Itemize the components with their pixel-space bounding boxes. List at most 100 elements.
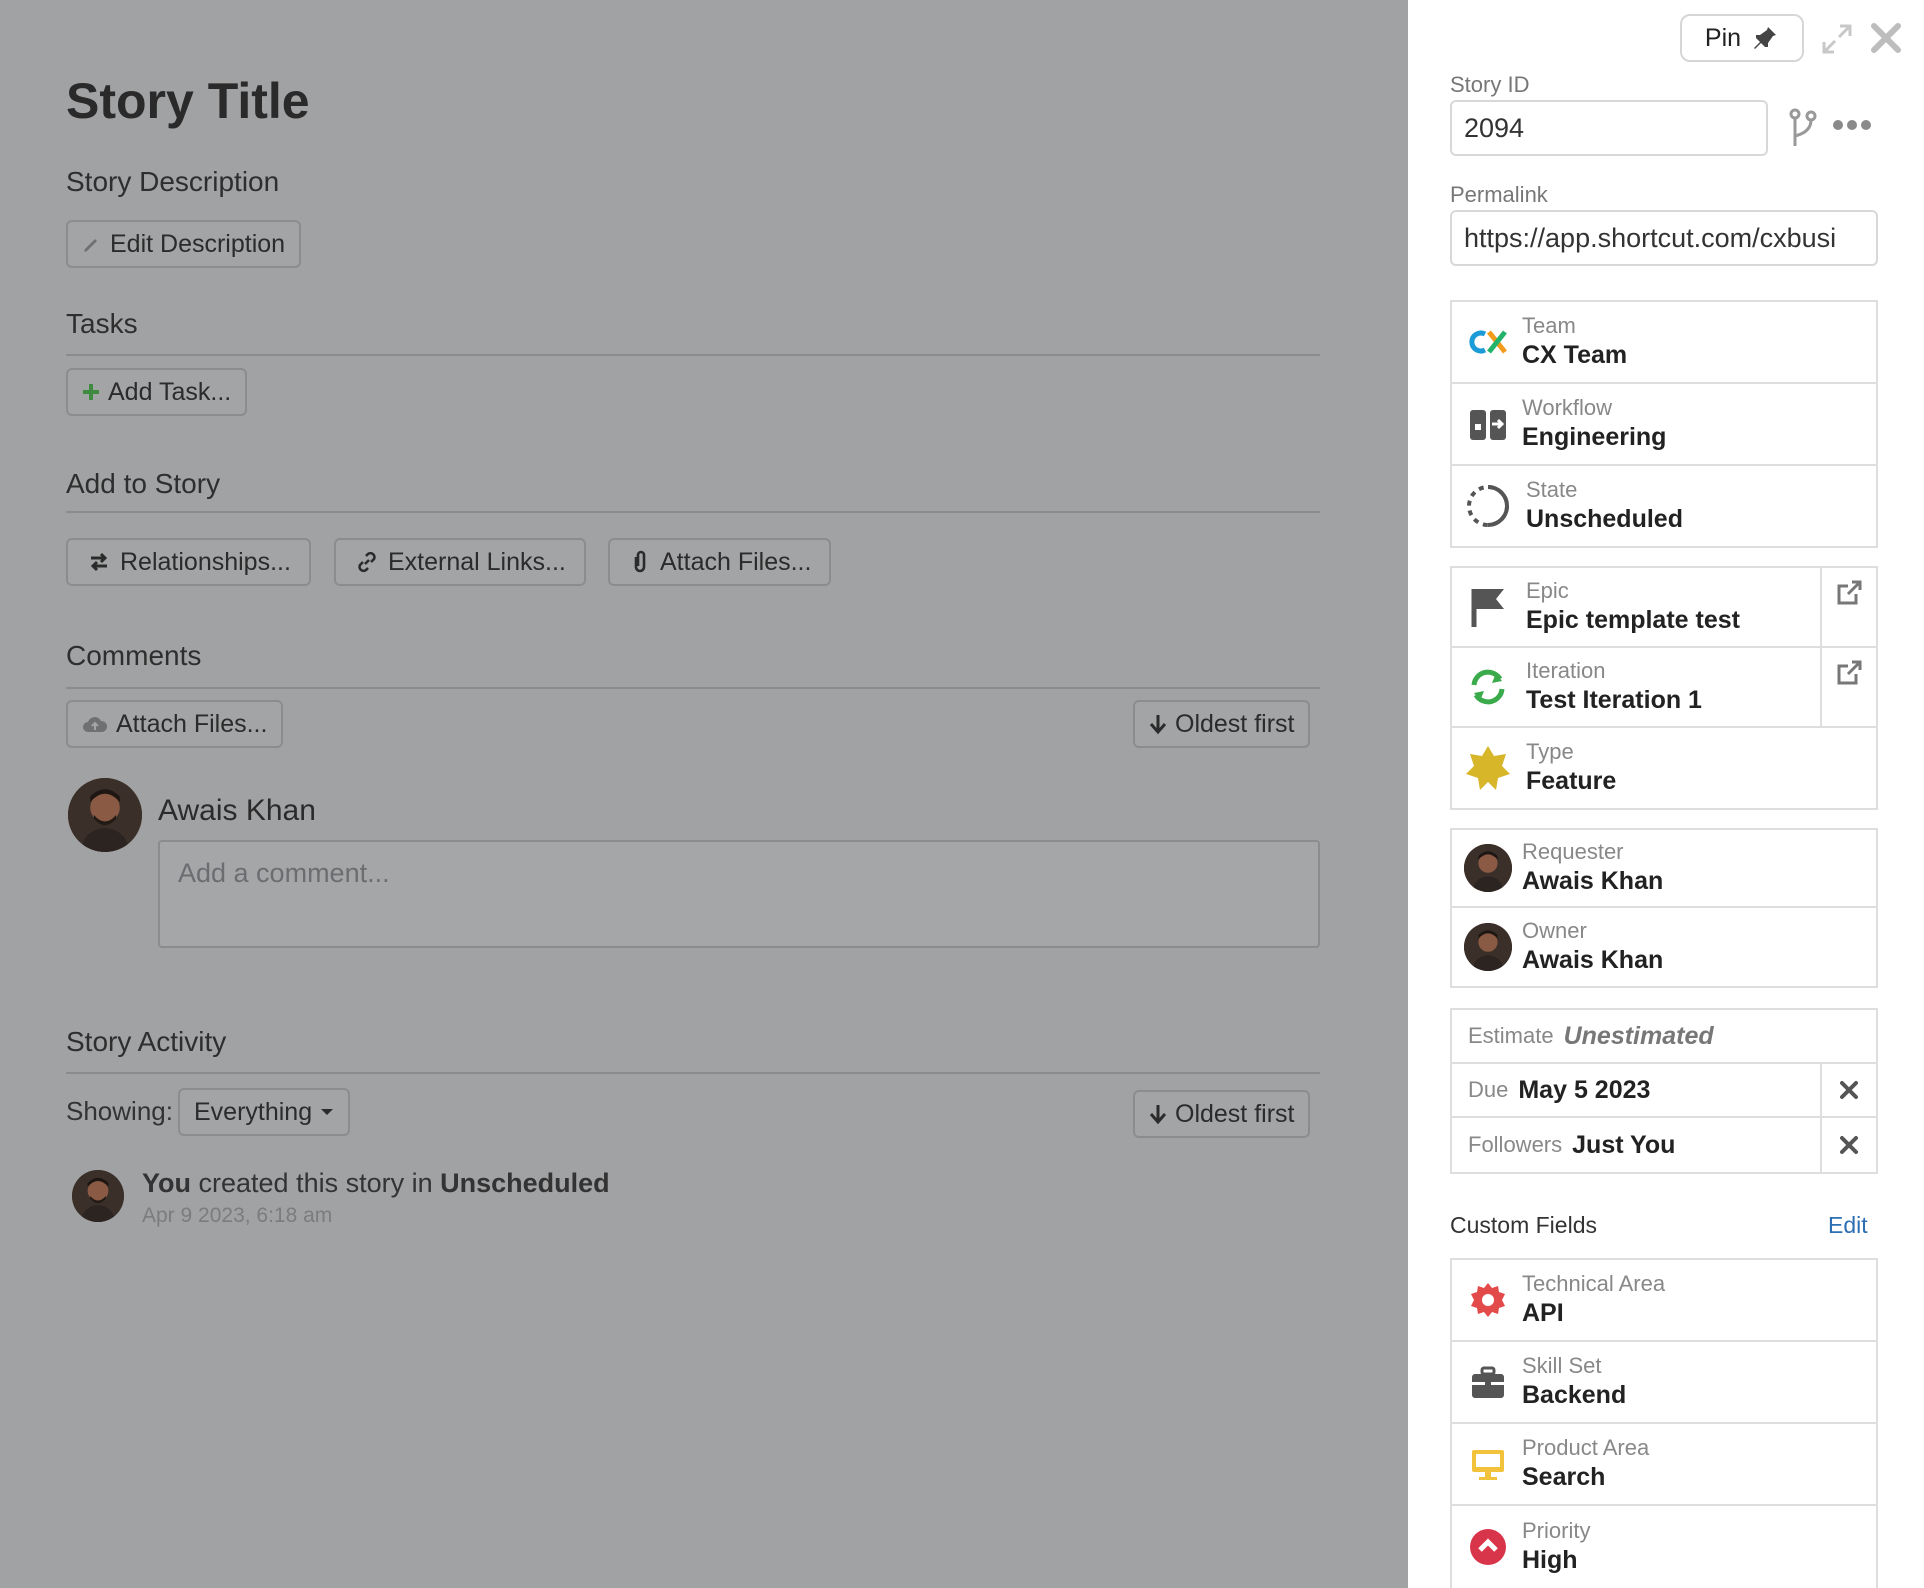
comment-input[interactable]: Add a comment... — [158, 840, 1320, 948]
iteration-value: Test Iteration 1 — [1526, 686, 1702, 714]
pin-icon — [1754, 27, 1777, 49]
story-description-heading: Story Description — [66, 166, 280, 197]
team-value: CX Team — [1522, 341, 1628, 369]
custom-field-label: Technical Area — [1522, 1271, 1666, 1296]
paperclip-icon — [634, 550, 646, 573]
followers-value: Just You — [1572, 1130, 1676, 1159]
iteration-label: Iteration — [1526, 658, 1606, 683]
caret-down-icon — [321, 1109, 334, 1115]
close-icon — [1840, 1136, 1858, 1154]
story-id-label: Story ID — [1450, 72, 1530, 97]
comments-divider — [66, 687, 1320, 689]
pin-label: Pin — [1704, 23, 1742, 52]
add-task-button[interactable]: Add Task... — [66, 368, 248, 416]
attach-files-button[interactable]: Attach Files... — [608, 538, 832, 586]
monitor-icon — [1464, 1440, 1512, 1488]
custom-field-value: High — [1522, 1546, 1578, 1574]
followers-row[interactable]: Followers Just You — [1452, 1118, 1876, 1172]
comment-author-avatar — [68, 778, 142, 852]
activity-action: created this story in — [198, 1168, 433, 1198]
activity-actor: You — [142, 1168, 191, 1198]
custom-field-value: Backend — [1522, 1381, 1627, 1409]
comments-attach-files-label: Attach Files... — [116, 709, 268, 738]
requester-row[interactable]: Requester Awais Khan — [1452, 830, 1876, 908]
gear-icon — [1464, 1276, 1512, 1324]
owner-row[interactable]: Owner Awais Khan — [1452, 908, 1876, 986]
workflow-value: Engineering — [1522, 423, 1667, 451]
custom-field-label: Skill Set — [1522, 1353, 1602, 1378]
custom-fields-group: Technical Area API Skill Set Backend Produ… — [1450, 1258, 1878, 1588]
workflow-icon — [1464, 400, 1512, 448]
custom-field-label: Priority — [1522, 1518, 1591, 1543]
due-row[interactable]: Due May 5 2023 — [1452, 1064, 1876, 1118]
clear-due-button[interactable] — [1820, 1064, 1876, 1116]
activity-timestamp: Apr 9 2023, 6:18 am — [142, 1204, 333, 1227]
type-label: Type — [1526, 739, 1574, 764]
comments-attach-files-button[interactable]: Attach Files... — [66, 700, 284, 748]
git-branch-icon[interactable] — [1786, 106, 1820, 150]
type-value: Feature — [1526, 767, 1617, 795]
requester-label: Requester — [1522, 839, 1624, 864]
story-title[interactable]: Story Title — [66, 72, 310, 130]
permalink-field[interactable]: https://app.shortcut.com/cxbusi — [1450, 210, 1878, 266]
custom-field-value: API — [1522, 1299, 1564, 1327]
type-row[interactable]: Type Feature — [1452, 728, 1876, 808]
relationships-label: Relationships... — [120, 547, 291, 576]
clear-followers-button[interactable] — [1820, 1118, 1876, 1172]
add-task-label: Add Task... — [108, 377, 232, 406]
close-icon[interactable] — [1868, 20, 1904, 56]
custom-field-skill-set[interactable]: Skill Set Backend — [1452, 1342, 1876, 1424]
custom-field-technical-area[interactable]: Technical Area API — [1452, 1260, 1876, 1342]
edit-description-label: Edit Description — [110, 229, 286, 258]
tasks-heading: Tasks — [66, 308, 138, 339]
expand-icon[interactable] — [1820, 22, 1854, 56]
activity-entry: You created this story in Unscheduled — [142, 1168, 610, 1199]
due-value: May 5 2023 — [1518, 1075, 1651, 1104]
state-value: Unscheduled — [1526, 505, 1683, 533]
custom-field-product-area[interactable]: Product Area Search — [1452, 1424, 1876, 1506]
story-id-field[interactable]: 2094 — [1450, 100, 1768, 156]
custom-field-value: Search — [1522, 1463, 1606, 1491]
team-workflow-state-group: Team CX Team Workflow Engineering State Uns… — [1450, 300, 1878, 548]
activity-state: Unscheduled — [440, 1168, 610, 1198]
iteration-row[interactable]: Iteration Test Iteration 1 — [1452, 648, 1876, 728]
tasks-divider — [66, 354, 1320, 356]
pin-button[interactable]: Pin — [1680, 14, 1804, 62]
epic-open-link-button[interactable] — [1820, 568, 1876, 646]
cloud-upload-icon — [83, 717, 108, 732]
activity-sort-button[interactable]: Oldest first — [1133, 1090, 1311, 1138]
activity-sort-label: Oldest first — [1175, 1099, 1295, 1128]
edit-description-button[interactable]: Edit Description — [66, 220, 302, 268]
story-activity-heading: Story Activity — [66, 1026, 227, 1057]
showing-label: Showing: — [66, 1096, 173, 1126]
owner-avatar — [1464, 923, 1512, 971]
feature-star-icon — [1464, 744, 1512, 792]
external-links-button[interactable]: External Links... — [334, 538, 586, 586]
epic-row[interactable]: Epic Epic template test — [1452, 568, 1876, 648]
state-row[interactable]: State Unscheduled — [1452, 466, 1876, 546]
external-links-label: External Links... — [388, 547, 566, 576]
activity-filter-dropdown[interactable]: Everything — [178, 1088, 351, 1136]
followers-label: Followers — [1468, 1132, 1563, 1157]
iteration-open-link-button[interactable] — [1820, 648, 1876, 726]
more-options-icon[interactable] — [1832, 118, 1872, 132]
team-row[interactable]: Team CX Team — [1452, 302, 1876, 384]
requester-value: Awais Khan — [1522, 867, 1664, 895]
comments-sort-button[interactable]: Oldest first — [1133, 700, 1311, 748]
epic-value: Epic template test — [1526, 606, 1740, 634]
cx-team-logo-icon — [1464, 318, 1512, 366]
attach-files-label: Attach Files... — [660, 547, 812, 576]
estimate-row[interactable]: Estimate Unestimated — [1452, 1010, 1876, 1064]
add-to-story-heading: Add to Story — [66, 468, 221, 499]
custom-fields-edit-link[interactable]: Edit — [1828, 1212, 1868, 1239]
owner-value: Awais Khan — [1522, 946, 1664, 974]
relationships-button[interactable]: Relationships... — [66, 538, 311, 586]
activity-filter-value: Everything — [194, 1097, 313, 1126]
custom-fields-heading: Custom Fields — [1450, 1212, 1597, 1238]
custom-field-priority[interactable]: Priority High — [1452, 1506, 1876, 1588]
link-icon — [358, 551, 376, 573]
iteration-cycle-icon — [1464, 663, 1512, 711]
team-label: Team — [1522, 313, 1576, 338]
workflow-row[interactable]: Workflow Engineering — [1452, 384, 1876, 466]
due-label: Due — [1468, 1077, 1509, 1102]
